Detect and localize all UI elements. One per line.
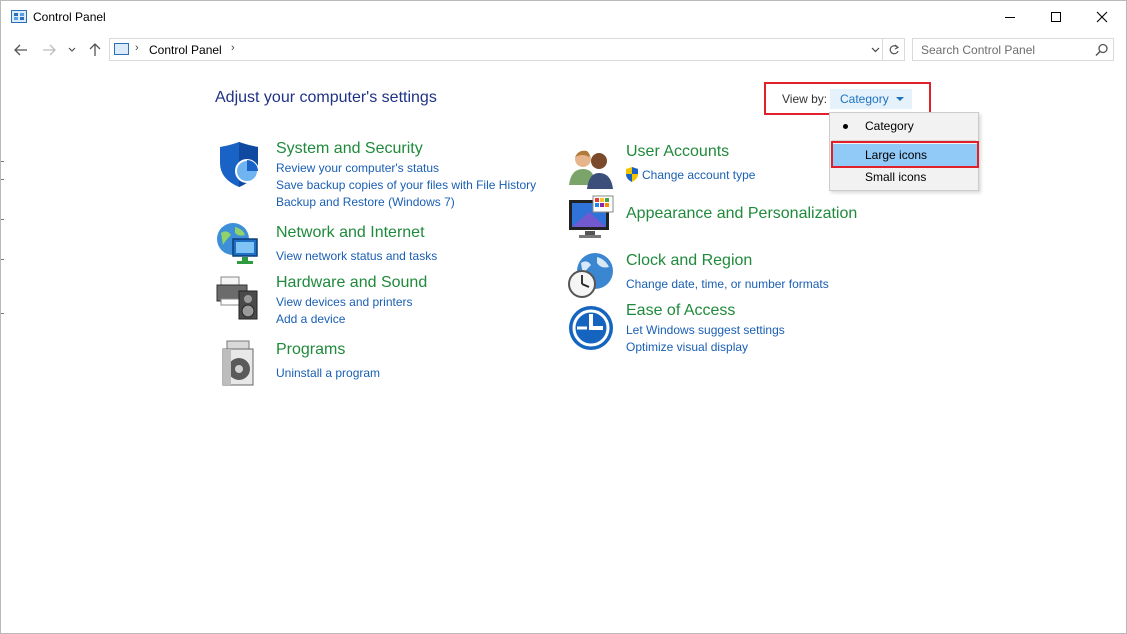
view-by-value: Category	[840, 92, 889, 106]
close-icon	[1096, 11, 1108, 23]
forward-button[interactable]	[39, 39, 59, 61]
ease-of-access-icon[interactable]	[567, 304, 615, 352]
programs-disc-icon[interactable]	[215, 339, 263, 387]
menu-item-category[interactable]: Category	[831, 115, 977, 137]
control-panel-app-icon	[11, 10, 27, 23]
back-button[interactable]	[11, 39, 31, 61]
recent-locations-button[interactable]	[65, 39, 79, 61]
category-network-and-internet[interactable]: Network and Internet	[276, 224, 425, 242]
navigation-bar: › Control Panel ›	[1, 37, 1126, 63]
control-panel-location-icon	[114, 43, 129, 55]
category-clock-and-region[interactable]: Clock and Region	[626, 252, 752, 270]
search-icon[interactable]	[1094, 42, 1110, 58]
caret-down-icon	[895, 97, 904, 101]
view-by-label: View by:	[782, 92, 828, 106]
refresh-icon	[889, 44, 899, 54]
view-by-dropdown[interactable]: Category	[830, 89, 912, 109]
edge-artifact	[1, 313, 4, 314]
breadcrumb-separator-icon[interactable]: ›	[231, 42, 235, 54]
window-title: Control Panel	[33, 10, 106, 24]
link-file-history[interactable]: Save backup copies of your files with Fi…	[276, 178, 536, 192]
network-globe-icon[interactable]	[215, 219, 263, 267]
link-change-date-time-formats[interactable]: Change date, time, or number formats	[626, 277, 829, 291]
category-programs[interactable]: Programs	[276, 341, 345, 359]
link-network-status[interactable]: View network status and tasks	[276, 249, 437, 263]
minimize-button[interactable]	[987, 1, 1033, 33]
category-system-and-security[interactable]: System and Security	[276, 140, 423, 158]
minimize-icon	[1005, 16, 1015, 18]
page-heading: Adjust your computer's settings	[215, 89, 437, 106]
shield-icon[interactable]	[215, 141, 263, 189]
link-change-account-type[interactable]: Change account type	[642, 168, 755, 182]
menu-item-label: Category	[865, 119, 914, 133]
edge-artifact	[1, 219, 4, 220]
link-optimize-visual-display[interactable]: Optimize visual display	[626, 340, 748, 354]
forward-arrow-icon	[43, 44, 56, 56]
up-arrow-icon	[89, 43, 101, 56]
back-arrow-icon	[14, 44, 27, 56]
link-devices-printers[interactable]: View devices and printers	[276, 295, 413, 309]
printer-speaker-icon[interactable]	[215, 273, 263, 321]
category-appearance-and-personalization[interactable]: Appearance and Personalization	[626, 205, 857, 223]
users-icon[interactable]	[567, 143, 615, 191]
large-icons-highlight-box	[831, 141, 979, 168]
link-review-status[interactable]: Review your computer's status	[276, 161, 439, 175]
maximize-icon	[1051, 12, 1061, 22]
refresh-button[interactable]	[882, 38, 905, 61]
menu-item-small-icons[interactable]: Small icons	[831, 166, 977, 188]
link-backup-restore[interactable]: Backup and Restore (Windows 7)	[276, 195, 455, 209]
chevron-down-icon	[871, 47, 879, 52]
link-windows-suggest-settings[interactable]: Let Windows suggest settings	[626, 323, 785, 337]
breadcrumb-control-panel[interactable]: Control Panel	[149, 43, 222, 57]
edge-artifact	[1, 259, 4, 260]
edge-artifact	[1, 161, 4, 162]
title-bar[interactable]: Control Panel	[1, 1, 1126, 33]
category-user-accounts[interactable]: User Accounts	[626, 143, 729, 161]
link-add-device[interactable]: Add a device	[276, 312, 345, 326]
category-hardware-and-sound[interactable]: Hardware and Sound	[276, 274, 427, 292]
selected-bullet-icon	[843, 124, 848, 129]
edge-artifact	[1, 179, 4, 180]
up-button[interactable]	[85, 39, 105, 61]
close-button[interactable]	[1079, 1, 1125, 33]
maximize-button[interactable]	[1033, 1, 1079, 33]
category-ease-of-access[interactable]: Ease of Access	[626, 302, 735, 320]
address-bar[interactable]: › Control Panel ›	[109, 38, 883, 61]
uac-shield-icon	[626, 167, 638, 182]
menu-item-label: Small icons	[865, 170, 927, 184]
search-box[interactable]	[912, 38, 1114, 61]
chevron-down-icon	[68, 47, 76, 52]
breadcrumb-separator-icon[interactable]: ›	[135, 42, 139, 54]
clock-globe-icon[interactable]	[567, 251, 615, 299]
control-panel-window: Control Panel › Control Panel › Search C…	[0, 0, 1127, 634]
search-input[interactable]	[913, 39, 1093, 60]
monitor-palette-icon[interactable]	[567, 194, 615, 242]
link-uninstall-program[interactable]: Uninstall a program	[276, 366, 380, 380]
